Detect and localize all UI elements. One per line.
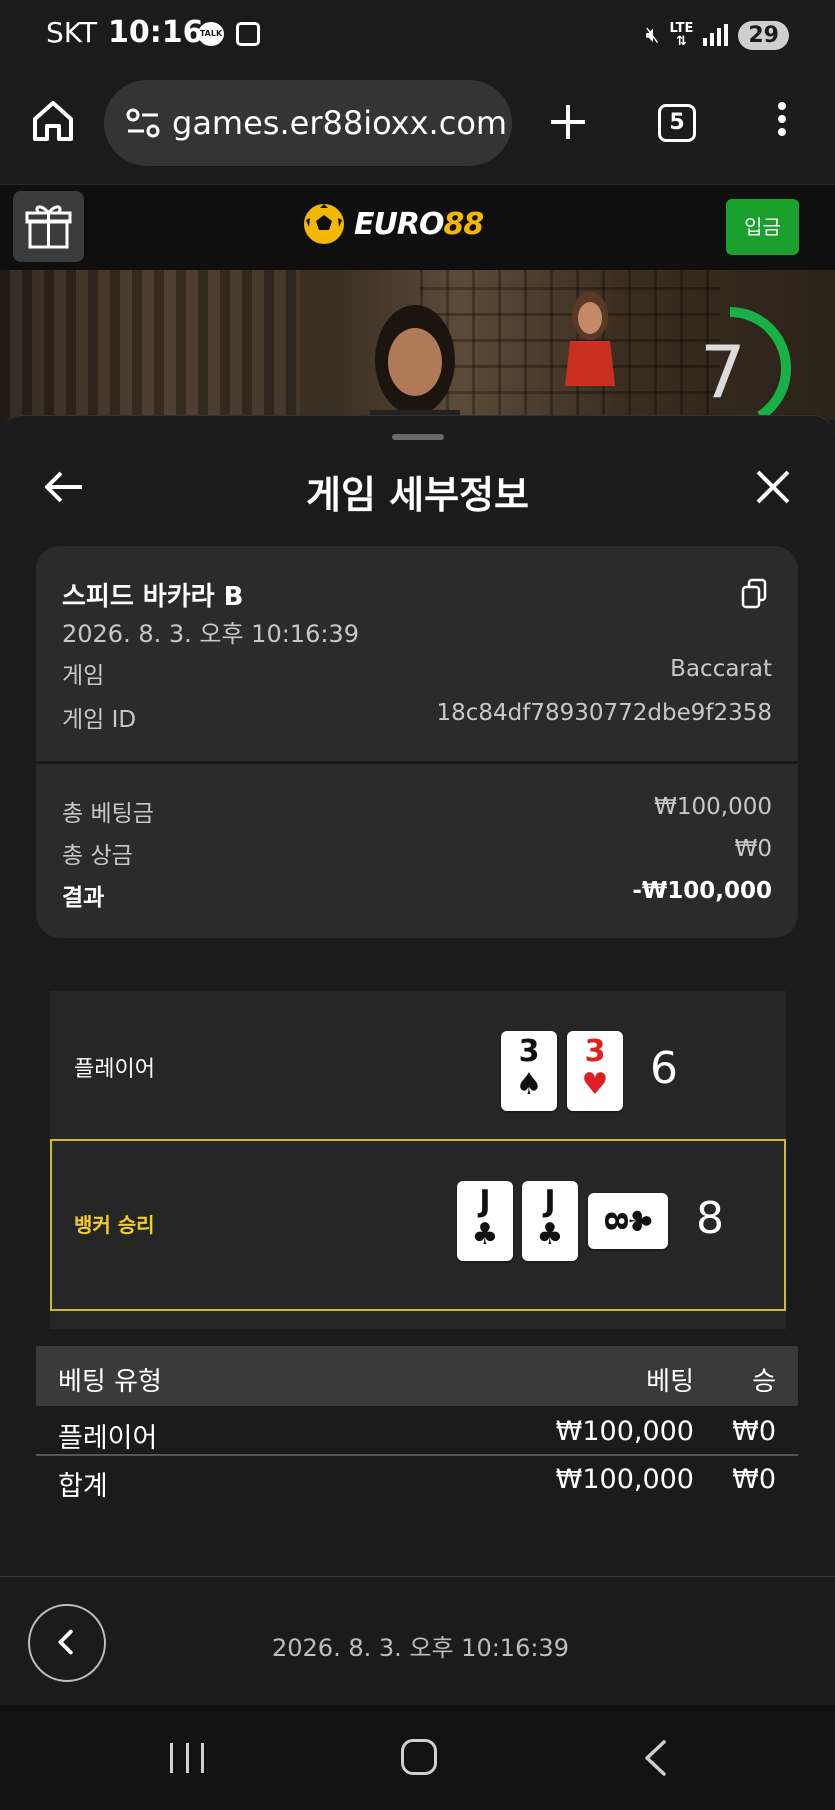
bet-total-row: 합계 ₩100,000 ₩0	[36, 1456, 798, 1502]
header-win: 승	[752, 1367, 776, 1397]
total-win-value: ₩0	[734, 836, 772, 862]
carrier-label: SKT	[46, 16, 98, 49]
recent-apps-icon[interactable]	[170, 1743, 204, 1773]
game-id-label: 게임 ID	[62, 707, 137, 733]
gift-button[interactable]	[13, 191, 84, 262]
result-value: -₩100,000	[632, 878, 772, 904]
logo-text-88: 88	[443, 206, 484, 242]
player-hand-label: 플레이어	[74, 1057, 155, 1082]
bet-row-amount: ₩100,000	[555, 1416, 694, 1447]
kakaotalk-notification-icon: TALK	[198, 22, 224, 46]
total-bet-value: ₩100,000	[654, 794, 772, 820]
countdown-number: 7	[700, 330, 746, 414]
total-win-label: 총 상금	[62, 843, 133, 869]
divider	[36, 761, 798, 764]
banker-win-label: 뱅커 승리	[74, 1213, 155, 1237]
close-icon[interactable]	[754, 468, 792, 506]
soccer-ball-icon	[302, 202, 346, 246]
game-value: Baccarat	[670, 656, 772, 682]
total-row-label: 합계	[58, 1471, 108, 1502]
system-navigation-bar	[0, 1705, 835, 1810]
banker-card-3-sideways: 8♣	[588, 1193, 668, 1249]
game-id-value: 18c84df78930772dbe9f2358	[436, 700, 772, 726]
result-label: 결과	[62, 885, 105, 911]
header-bet-type: 베팅 유형	[58, 1367, 162, 1397]
banker-hand-highlight: 뱅커 승리 J ♣ J ♣ 8♣ 8	[50, 1139, 786, 1311]
url-text: games.er88ioxx.com	[172, 104, 508, 142]
dealer-image	[370, 305, 460, 420]
status-bar: SKT 10:16 TALK 🔇︎ LTE ⇅ 29	[0, 0, 835, 70]
previous-round-button[interactable]	[28, 1604, 106, 1682]
bet-row: 플레이어 ₩100,000 ₩0	[36, 1408, 798, 1454]
game-name: 스피드 바카라 B	[62, 582, 244, 612]
dealer-image-background	[565, 292, 615, 386]
player-card-1: 3 ♠	[501, 1031, 557, 1111]
status-indicators: 🔇︎ LTE ⇅ 29	[646, 18, 789, 52]
bet-table-header: 베팅 유형 베팅 승	[36, 1346, 798, 1406]
player-total: 6	[650, 1043, 678, 1094]
game-details-sheet: 게임 세부정보 스피드 바카라 B 2026. 8. 3. 오후 10:16:3…	[0, 415, 835, 1705]
browser-toolbar: games.er88ioxx.com 5	[0, 70, 835, 184]
round-result-panel: 플레이어 3 ♠ 3 ♥ 6 뱅커 승리 J ♣ J ♣ 8♣ 8	[50, 991, 786, 1329]
home-button-icon[interactable]	[401, 1739, 437, 1775]
total-row-amount: ₩100,000	[555, 1464, 694, 1495]
total-row-win: ₩0	[732, 1464, 776, 1495]
sheet-title: 게임 세부정보	[306, 473, 529, 517]
home-icon[interactable]	[30, 98, 76, 144]
mute-icon: 🔇︎	[645, 22, 660, 48]
euro88-logo[interactable]: EURO88	[300, 199, 484, 249]
clock: 10:16	[108, 15, 204, 50]
banker-card-2: J ♣	[522, 1181, 578, 1261]
gift-icon	[25, 205, 72, 249]
header-bet: 베팅	[646, 1367, 694, 1397]
total-bet-label: 총 베팅금	[62, 801, 154, 827]
battery-indicator: 29	[738, 20, 789, 50]
deposit-button[interactable]: 입금	[726, 199, 799, 255]
player-card-2: 3 ♥	[567, 1031, 623, 1111]
chevron-left-icon	[58, 1629, 73, 1655]
tab-switcher-button[interactable]: 5	[658, 104, 696, 142]
logo-text-euro: EURO	[354, 206, 444, 242]
more-menu-icon[interactable]	[770, 102, 794, 142]
sheet-drag-handle[interactable]	[392, 434, 444, 440]
game-datetime: 2026. 8. 3. 오후 10:16:39	[62, 620, 359, 648]
live-video-stream[interactable]: 7	[0, 270, 835, 420]
game-info-card: 스피드 바카라 B 2026. 8. 3. 오후 10:16:39 게임 Bac…	[36, 546, 798, 938]
round-datetime: 2026. 8. 3. 오후 10:16:39	[272, 1634, 569, 1662]
new-tab-icon[interactable]	[548, 102, 588, 142]
banker-total: 8	[696, 1193, 724, 1244]
game-label: 게임	[62, 663, 105, 689]
banker-card-1: J ♣	[457, 1181, 513, 1261]
site-header: EURO88 입금	[0, 184, 835, 270]
signal-icon	[703, 24, 729, 46]
screenshot-notification-icon	[236, 22, 260, 46]
site-settings-icon[interactable]	[126, 108, 160, 138]
copy-icon[interactable]	[740, 578, 768, 610]
bet-row-win: ₩0	[732, 1416, 776, 1447]
address-bar[interactable]: games.er88ioxx.com	[104, 80, 512, 166]
divider	[0, 1576, 835, 1577]
network-type: LTE ⇅	[669, 21, 694, 49]
system-back-icon[interactable]	[640, 1739, 670, 1777]
bet-row-type: 플레이어	[58, 1423, 158, 1454]
